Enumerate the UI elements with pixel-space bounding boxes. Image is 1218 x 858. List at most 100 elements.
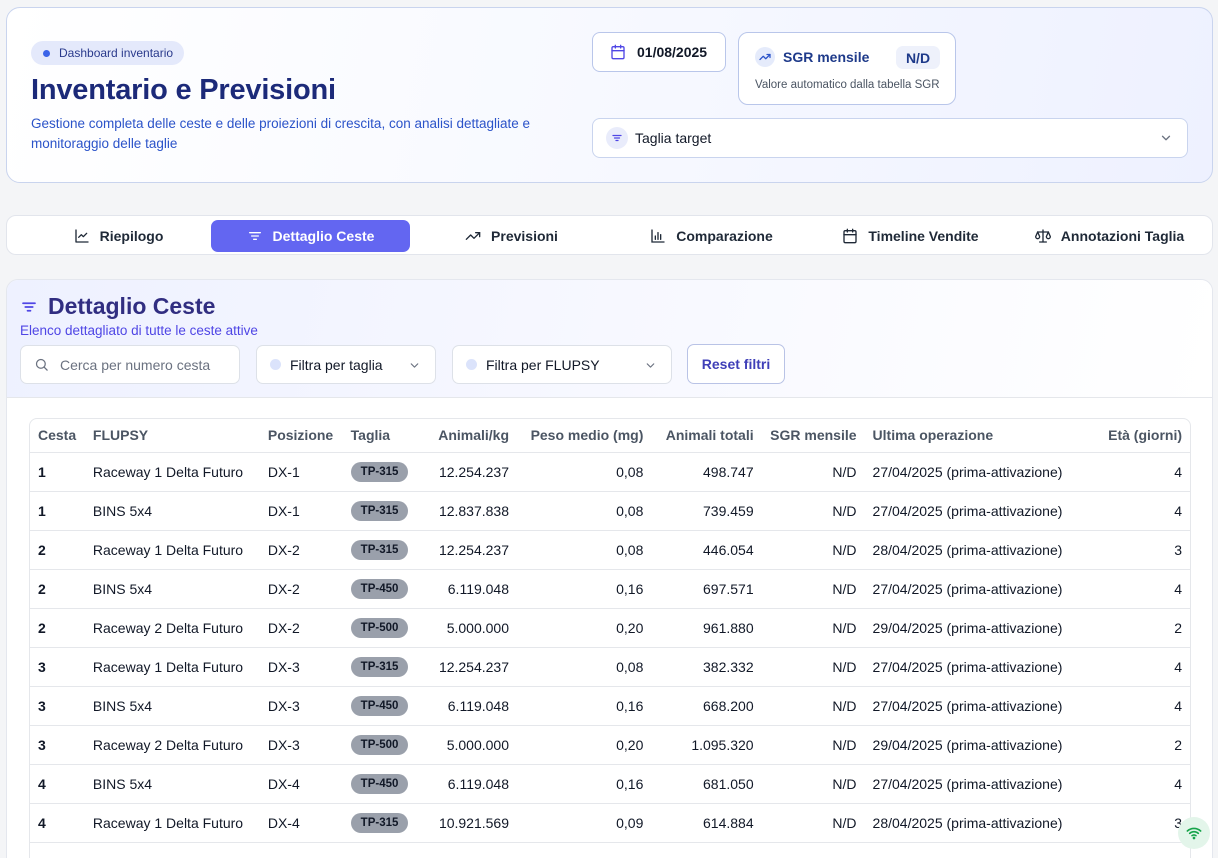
cell-posizione: DX-1 [259,452,343,492]
cell-animali-kg: 12.254.237 [422,647,518,687]
taglia-pill: TP-500 [350,617,409,638]
table-row[interactable]: 4 BINS 5x4 DX-4 TP-450 6.119.048 0,16 681.050 N… [30,764,1190,804]
table-row[interactable]: 2 Raceway 1 Delta Futuro DX-2 TP-315 12.254.… [30,530,1190,570]
taglia-target-select[interactable]: Taglia target [592,118,1188,158]
table-row[interactable]: 3 Raceway 2 Delta Futuro DX-3 TP-500 5.000.0… [30,725,1190,765]
filter-taglia-label: Filtra per taglia [290,356,383,373]
tab-dettaglio-ceste[interactable]: Dettaglio Ceste [211,220,410,252]
cell-taglia: TP-450 [342,686,422,726]
col-ultima-operazione[interactable]: Ultima operazione [864,419,1071,453]
cell-eta-giorni: 2 [1070,725,1190,765]
filter-dot [466,359,477,370]
cell-flupsy: BINS 5x4 [84,569,260,609]
reset-filters-button[interactable]: Reset filtri [687,344,785,384]
cell-animali-kg: 12.837.838 [422,491,518,531]
cell-peso-medio: 0,09 [517,803,652,843]
table-row[interactable]: 1 BINS 5x4 DX-1 TP-315 12.837.838 0,08 739.459… [30,491,1190,531]
cell-animali-kg: 6.119.048 [422,764,518,804]
taglia-pill: TP-315 [350,539,409,560]
cell-peso-medio: 0,08 [517,530,652,570]
tab-label: Dettaglio Ceste [272,228,375,244]
cell-cesta: 2 [30,569,85,609]
page-subtitle: Gestione completa delle ceste e delle pr… [31,116,531,151]
table-row[interactable]: 4 Raceway 1 Delta Futuro DX-4 TP-315 10.921.… [30,803,1190,843]
col-taglia[interactable]: Taglia [342,419,422,453]
tab-timeline-vendite[interactable]: Timeline Vendite [811,220,1010,252]
cell-animali-totali: 382.332 [651,647,762,687]
cell-cesta: 1 [30,491,85,531]
cell-taglia: TP-315 [342,452,422,492]
cell-taglia: TP-500 [342,608,422,648]
cell-cesta: 1 [30,452,85,492]
cell-eta-giorni: 2 [1070,608,1190,648]
search-box[interactable] [20,345,240,384]
col-sgr-mensile[interactable]: SGR mensile [761,419,865,453]
tab-label: Annotazioni Taglia [1060,228,1185,244]
section-subtitle: Elenco dettagliato di tutte le ceste att… [20,323,258,338]
cell-sgr-mensile: N/D [761,725,865,765]
table-row[interactable]: 3 Raceway 1 Delta Futuro DX-3 TP-315 12.254.… [30,647,1190,687]
col-peso-medio[interactable]: Peso medio (mg) [517,419,652,453]
chevron-down-icon [644,359,657,375]
col-animali-kg[interactable]: Animali/kg [422,419,518,453]
chevron-down-icon [408,359,421,375]
cell-cesta: 2 [30,530,85,570]
cell-taglia: TP-315 [342,530,422,570]
filter-taglia-select[interactable]: Filtra per taglia [256,345,436,384]
chevron-down-icon [1159,131,1173,148]
date-value: 01/08/2025 [637,44,708,60]
cell-sgr-mensile: N/D [761,803,865,843]
wifi-status-icon[interactable] [1178,817,1210,849]
cell-peso-medio: 0,08 [517,491,652,531]
taglia-pill: TP-450 [350,695,409,716]
header-card: Dashboard inventario Inventario e Previs… [6,7,1213,183]
cell-posizione: DX-4 [259,803,343,843]
col-cesta[interactable]: Cesta [30,419,85,453]
tab-bar: Riepilogo Dettaglio Ceste Previsioni Com… [6,215,1213,255]
cell-animali-kg: 6.119.048 [422,569,518,609]
cell-peso-medio: 0,20 [517,608,652,648]
taglia-pill: TP-315 [350,812,409,833]
cell-ultima-operazione: 27/04/2025 (prima-attivazione) [864,686,1071,726]
col-posizione[interactable]: Posizione [259,419,343,453]
tab-annotazioni-taglia[interactable]: Annotazioni Taglia [1010,220,1209,252]
table-body: 1 Raceway 1 Delta Futuro DX-1 TP-315 12.254.… [30,452,1190,843]
cell-peso-medio: 0,08 [517,452,652,492]
cell-animali-totali: 614.884 [651,803,762,843]
search-input[interactable] [60,356,230,373]
filter-flupsy-select[interactable]: Filtra per FLUPSY [452,345,672,384]
date-picker[interactable]: 01/08/2025 [592,32,726,72]
cell-animali-kg: 10.921.569 [422,803,518,843]
col-animali-totali[interactable]: Animali totali [651,419,762,453]
cell-flupsy: Raceway 2 Delta Futuro [84,608,260,648]
tab-riepilogo[interactable]: Riepilogo [19,220,218,252]
cell-ultima-operazione: 27/04/2025 (prima-attivazione) [864,647,1071,687]
cell-sgr-mensile: N/D [761,686,865,726]
cell-peso-medio: 0,16 [517,569,652,609]
table-row[interactable]: 2 BINS 5x4 DX-2 TP-450 6.119.048 0,16 697.571 N… [30,569,1190,609]
cell-flupsy: Raceway 1 Delta Futuro [84,647,260,687]
table-row[interactable]: 2 Raceway 2 Delta Futuro DX-2 TP-500 5.000.0… [30,608,1190,648]
tab-previsioni[interactable]: Previsioni [412,220,611,252]
col-flupsy[interactable]: FLUPSY [84,419,260,453]
cell-ultima-operazione: 28/04/2025 (prima-attivazione) [864,530,1071,570]
cell-posizione: DX-3 [259,647,343,687]
filter-icon [606,127,628,149]
sgr-value: N/D [896,46,940,69]
cell-sgr-mensile: N/D [761,491,865,531]
tab-comparazione[interactable]: Comparazione [612,220,811,252]
col-eta-giorni[interactable]: Età (giorni) [1070,419,1190,453]
taglia-pill: TP-315 [350,461,409,482]
cell-animali-totali: 961.880 [651,608,762,648]
cell-posizione: DX-4 [259,764,343,804]
table-row[interactable]: 3 BINS 5x4 DX-3 TP-450 6.119.048 0,16 668.200 N… [30,686,1190,726]
cell-ultima-operazione: 27/04/2025 (prima-attivazione) [864,491,1071,531]
taglia-pill: TP-450 [350,773,409,794]
cell-eta-giorni: 4 [1070,686,1190,726]
cell-ultima-operazione: 29/04/2025 (prima-attivazione) [864,725,1071,765]
cell-posizione: DX-2 [259,569,343,609]
cell-posizione: DX-3 [259,725,343,765]
table-row[interactable]: 1 Raceway 1 Delta Futuro DX-1 TP-315 12.254.… [30,452,1190,492]
cell-animali-kg: 5.000.000 [422,608,518,648]
cell-eta-giorni: 4 [1070,764,1190,804]
